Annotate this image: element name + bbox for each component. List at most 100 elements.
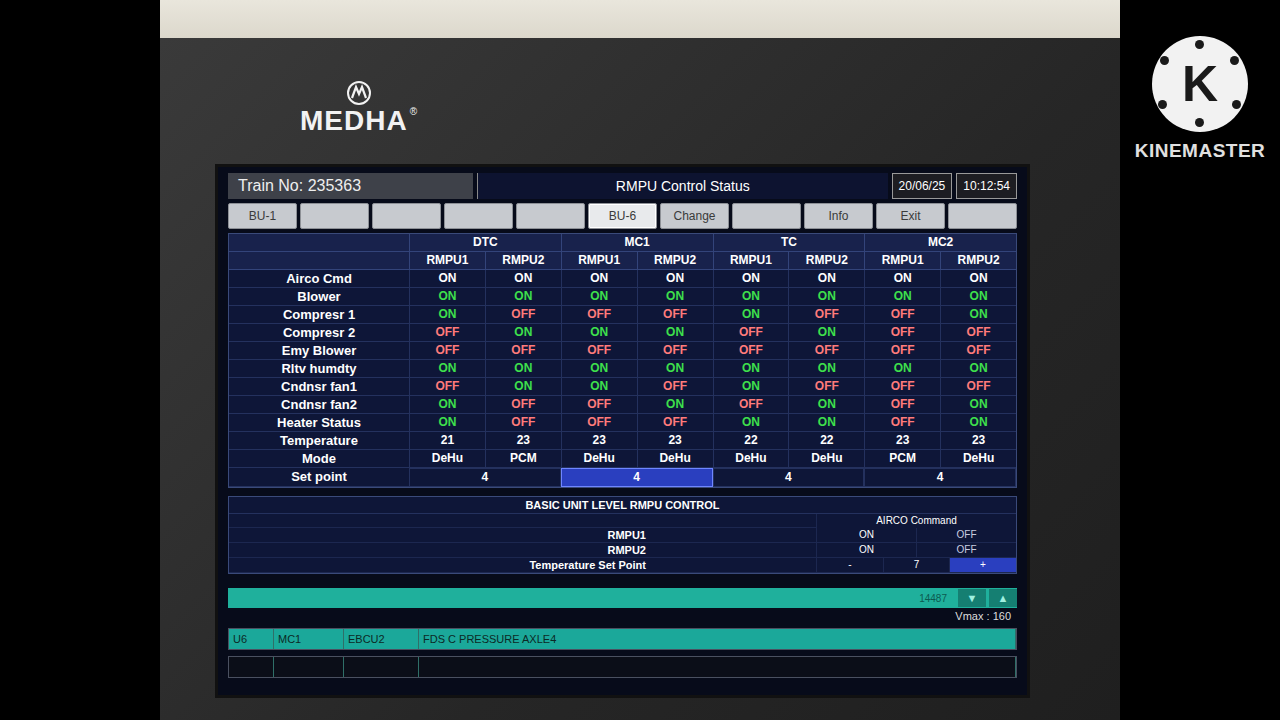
- status-cell: 23: [940, 432, 1016, 450]
- car-header: TC: [713, 234, 865, 252]
- unit-label: RMPU1: [229, 528, 816, 543]
- off-button[interactable]: OFF: [916, 543, 1016, 558]
- status-cell: ON: [485, 378, 561, 396]
- tab-button[interactable]: Change: [660, 203, 729, 229]
- status-cell: DeHu: [561, 450, 637, 468]
- row-label: Cndnsr fan1: [229, 378, 409, 396]
- status-cell: OFF: [561, 414, 637, 432]
- status-cell: ON: [940, 414, 1016, 432]
- right-black-bar: K KINEMASTER: [1120, 0, 1280, 720]
- counter: 14487: [919, 593, 955, 604]
- row-label: Heater Status: [229, 414, 409, 432]
- photo: MEDHA® Train No: 235363RMPU Control Statu…: [160, 0, 1120, 720]
- status-cell: ON: [409, 270, 485, 288]
- status-cell: OFF: [561, 306, 637, 324]
- on-button[interactable]: ON: [816, 528, 916, 543]
- off-button[interactable]: OFF: [916, 528, 1016, 543]
- tab-button[interactable]: [732, 203, 801, 229]
- status-cell: ON: [940, 396, 1016, 414]
- train-number: Train No: 235363: [228, 173, 473, 199]
- alarm-cell: [419, 657, 1016, 677]
- status-cell: OFF: [485, 396, 561, 414]
- scroll-down-button[interactable]: ▼: [958, 589, 986, 607]
- status-cell: OFF: [409, 342, 485, 360]
- status-cell: ON: [788, 414, 864, 432]
- set-point-cell[interactable]: 4: [409, 468, 561, 487]
- logo-letter: K: [1182, 59, 1218, 109]
- status-cell: OFF: [561, 342, 637, 360]
- set-point-cell[interactable]: 4: [713, 468, 865, 487]
- minus-button[interactable]: -: [816, 558, 883, 573]
- row-label: Blower: [229, 288, 409, 306]
- status-cell: DeHu: [409, 450, 485, 468]
- status-cell: ON: [940, 270, 1016, 288]
- scroll-up-button[interactable]: ▲: [989, 589, 1017, 607]
- set-point-cell[interactable]: 4: [864, 468, 1016, 487]
- logo-dot: [1195, 118, 1204, 127]
- logo-dot: [1232, 100, 1241, 109]
- status-cell: ON: [409, 414, 485, 432]
- tab-button[interactable]: BU-6: [588, 203, 657, 229]
- row-label: Temperature: [229, 432, 409, 450]
- status-cell: OFF: [485, 414, 561, 432]
- tab-button[interactable]: Info: [804, 203, 873, 229]
- brand-word-row: MEDHA®: [300, 106, 417, 137]
- screen-title: RMPU Control Status: [477, 173, 888, 199]
- header-blank: [229, 252, 409, 270]
- row-label: Compresr 2: [229, 324, 409, 342]
- plus-button[interactable]: +: [949, 558, 1016, 573]
- tab-button[interactable]: [516, 203, 585, 229]
- logo-dot: [1195, 40, 1204, 49]
- watermark-label: KINEMASTER: [1135, 140, 1266, 162]
- status-cell: ON: [637, 270, 713, 288]
- status-cell: 22: [713, 432, 789, 450]
- left-black-bar: [0, 0, 160, 720]
- status-cell: OFF: [637, 414, 713, 432]
- tab-button[interactable]: [948, 203, 1017, 229]
- status-cell: OFF: [940, 378, 1016, 396]
- unit-header: RMPU1: [713, 252, 789, 270]
- status-cell: ON: [409, 396, 485, 414]
- status-area: 14487▼▲Vmax : 160U6MC1EBCU2FDS C PRESSUR…: [228, 588, 1017, 678]
- unit-header: RMPU2: [485, 252, 561, 270]
- status-cell: ON: [561, 324, 637, 342]
- logo-row: MEDHA®: [215, 52, 1030, 164]
- hmi-screen: Train No: 235363RMPU Control Status20/06…: [215, 164, 1030, 698]
- header-row: Train No: 235363RMPU Control Status20/06…: [228, 173, 1017, 199]
- on-button[interactable]: ON: [816, 543, 916, 558]
- tab-button[interactable]: [444, 203, 513, 229]
- status-cell: ON: [713, 414, 789, 432]
- status-cell: OFF: [864, 324, 940, 342]
- status-cell: OFF: [409, 378, 485, 396]
- alarm-row[interactable]: [228, 656, 1017, 678]
- alarm-cell: MC1: [274, 629, 344, 649]
- alarm-cell: [344, 657, 419, 677]
- status-cell: OFF: [940, 324, 1016, 342]
- time: 10:12:54: [956, 173, 1017, 199]
- tab-button[interactable]: BU-1: [228, 203, 297, 229]
- logo-dot: [1160, 56, 1169, 65]
- status-cell: ON: [864, 288, 940, 306]
- tab-button[interactable]: Exit: [876, 203, 945, 229]
- row-label: Compresr 1: [229, 306, 409, 324]
- status-cell: ON: [713, 378, 789, 396]
- alarm-row[interactable]: U6MC1EBCU2FDS C PRESSURE AXLE4: [228, 628, 1017, 650]
- wall: [160, 0, 1120, 38]
- date: 20/06/25: [892, 173, 953, 199]
- set-point-cell[interactable]: 4: [561, 468, 713, 487]
- status-cell: ON: [788, 288, 864, 306]
- status-cell: DeHu: [788, 450, 864, 468]
- status-cell: ON: [940, 306, 1016, 324]
- status-cell: ON: [637, 360, 713, 378]
- tab-button[interactable]: [372, 203, 441, 229]
- unit-header: RMPU2: [940, 252, 1016, 270]
- status-cell: ON: [637, 324, 713, 342]
- status-cell: ON: [485, 288, 561, 306]
- status-cell: OFF: [713, 324, 789, 342]
- status-cell: OFF: [940, 342, 1016, 360]
- tab-button[interactable]: [300, 203, 369, 229]
- basic-unit-blank: [229, 514, 816, 528]
- logo-dot: [1158, 100, 1167, 109]
- status-cell: ON: [788, 324, 864, 342]
- status-cell: ON: [788, 360, 864, 378]
